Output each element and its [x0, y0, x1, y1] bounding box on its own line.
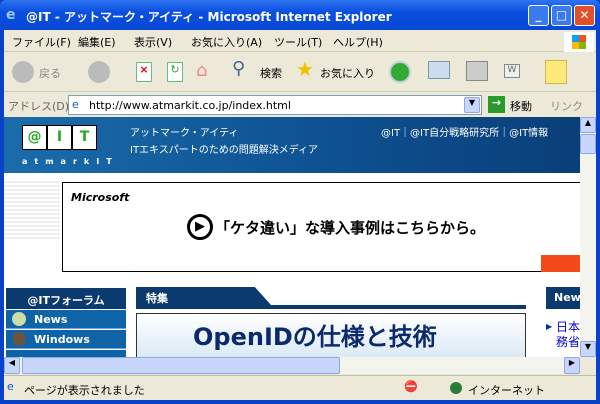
back-icon[interactable] — [12, 61, 34, 83]
messenger-note-icon[interactable] — [545, 60, 567, 84]
horizontal-scroll-thumb[interactable] — [22, 357, 340, 374]
news-icon — [12, 312, 26, 326]
favorites-label[interactable]: お気に入り — [320, 65, 375, 81]
logo-letter: T — [72, 125, 97, 150]
nav-windows[interactable]: Windows — [6, 330, 126, 349]
logo-subtext: atmarkIT — [22, 157, 119, 166]
ad-text: 「ケタ違い」な導入事例はこちらから。 — [215, 219, 486, 237]
menu-file[interactable]: ファイル(F) — [12, 34, 71, 50]
site-logo[interactable]: @ I T — [22, 125, 97, 150]
menu-tools[interactable]: ツール(T) — [274, 34, 322, 50]
address-label: アドレス(D) — [8, 100, 70, 113]
nav-news[interactable]: News — [6, 310, 126, 329]
minimize-button[interactable]: _ — [528, 5, 549, 26]
menu-edit[interactable]: 編集(E) — [78, 34, 116, 50]
windows-icon — [12, 332, 26, 346]
site-header: @ I T atmarkIT アットマーク・アイティ ITエキスパートのための問… — [4, 117, 580, 173]
favorites-star-icon[interactable]: ★ — [296, 57, 314, 81]
mail-icon[interactable] — [428, 61, 450, 79]
history-icon[interactable] — [389, 61, 411, 83]
home-icon[interactable]: ⌂ — [196, 60, 207, 81]
scroll-up-button[interactable]: ▲ — [580, 117, 596, 133]
feature-image[interactable]: OpenIDの仕様と技術 — [136, 313, 526, 357]
search-icon[interactable]: ⚲ — [232, 58, 245, 79]
scroll-down-button[interactable]: ▼ — [580, 341, 596, 357]
links-label[interactable]: リンク — [550, 98, 583, 114]
news-title: New — [546, 287, 580, 309]
stop-icon[interactable]: × — [136, 62, 152, 82]
web-content: @ I T atmarkIT アットマーク・アイティ ITエキスパートのための問… — [4, 117, 580, 357]
word-edit-icon[interactable]: W — [504, 64, 520, 78]
menu-help[interactable]: ヘルプ(H) — [333, 34, 383, 50]
vertical-scroll-thumb[interactable] — [580, 134, 596, 154]
search-label[interactable]: 検索 — [260, 65, 282, 81]
site-name: アットマーク・アイティ — [130, 128, 239, 139]
menu-view[interactable]: 表示(V) — [134, 34, 172, 50]
news-link[interactable]: 務省 — [556, 333, 580, 350]
windows-logo-icon — [564, 32, 594, 52]
menu-bar: ファイル(F) 編集(E) 表示(V) お気に入り(A) ツール(T) ヘルプ(… — [4, 30, 596, 52]
menu-favorites[interactable]: お気に入り(A) — [191, 34, 262, 50]
feature-image-text: OpenIDの仕様と技術 — [193, 323, 437, 351]
ie-icon: e — [6, 7, 16, 23]
refresh-icon[interactable]: ↻ — [167, 62, 183, 82]
maximize-button[interactable]: □ — [551, 5, 572, 26]
address-input[interactable]: e http://www.atmarkit.co.jp/index.html ▼ — [68, 95, 482, 115]
feature-title: 特集 — [136, 287, 271, 305]
play-icon: ▶ — [187, 214, 213, 240]
print-icon[interactable] — [466, 61, 488, 81]
internet-zone-icon — [450, 382, 462, 394]
status-text: ページが表示されました — [24, 384, 145, 397]
popup-blocked-icon[interactable]: ⛔ — [404, 380, 418, 393]
bullet-icon: ▶ — [546, 322, 553, 331]
ad-brand: Microsoft — [71, 191, 130, 204]
top-links[interactable]: @IT｜@IT自分戦略研究所｜@IT情報 — [381, 124, 548, 139]
go-arrow-icon[interactable]: → — [488, 96, 505, 113]
back-label[interactable]: 戻る — [39, 65, 61, 81]
title-bar: e @IT - アットマーク・アイティ - Microsoft Internet… — [0, 0, 600, 30]
page-icon: e — [72, 98, 79, 111]
logo-letter: I — [47, 125, 72, 150]
ad-banner[interactable]: Microsoft ▶ 「ケタ違い」な導入事例はこちらから。 — [62, 182, 580, 272]
logo-letter: @ — [22, 125, 47, 150]
url-text: http://www.atmarkit.co.jp/index.html — [89, 99, 291, 112]
zone-label: インターネット — [468, 384, 545, 397]
toolbar: 戻る × ↻ ⌂ ⚲ 検索 ★ お気に入り W — [4, 52, 596, 92]
horizontal-scrollbar[interactable]: ◀ ▶ — [4, 357, 580, 374]
feature-header: 特集 — [136, 287, 526, 309]
site-tagline: ITエキスパートのための問題解決メディア — [130, 145, 319, 156]
forward-icon[interactable] — [88, 61, 110, 83]
stripe-decoration — [4, 179, 60, 239]
go-button[interactable]: 移動 — [510, 98, 532, 114]
address-dropdown[interactable]: ▼ — [464, 97, 480, 113]
nav-label: Windows — [34, 333, 90, 346]
address-bar: アドレス(D) e http://www.atmarkit.co.jp/index… — [4, 93, 596, 116]
close-button[interactable]: ✕ — [574, 5, 595, 26]
window-title: @IT - アットマーク・アイティ - Microsoft Internet E… — [26, 10, 392, 24]
nav-label: News — [34, 313, 68, 326]
status-bar: e ページが表示されました ⛔ インターネット — [4, 375, 596, 400]
scroll-right-button[interactable]: ▶ — [564, 357, 580, 374]
scroll-left-button[interactable]: ◀ — [4, 357, 20, 374]
forum-title: @ITフォーラム — [6, 288, 126, 309]
nav-item-partial — [6, 350, 126, 357]
page-done-icon: e — [7, 380, 14, 393]
ad-accent — [541, 255, 580, 272]
vertical-scrollbar[interactable]: ▲ ▼ — [580, 117, 596, 357]
